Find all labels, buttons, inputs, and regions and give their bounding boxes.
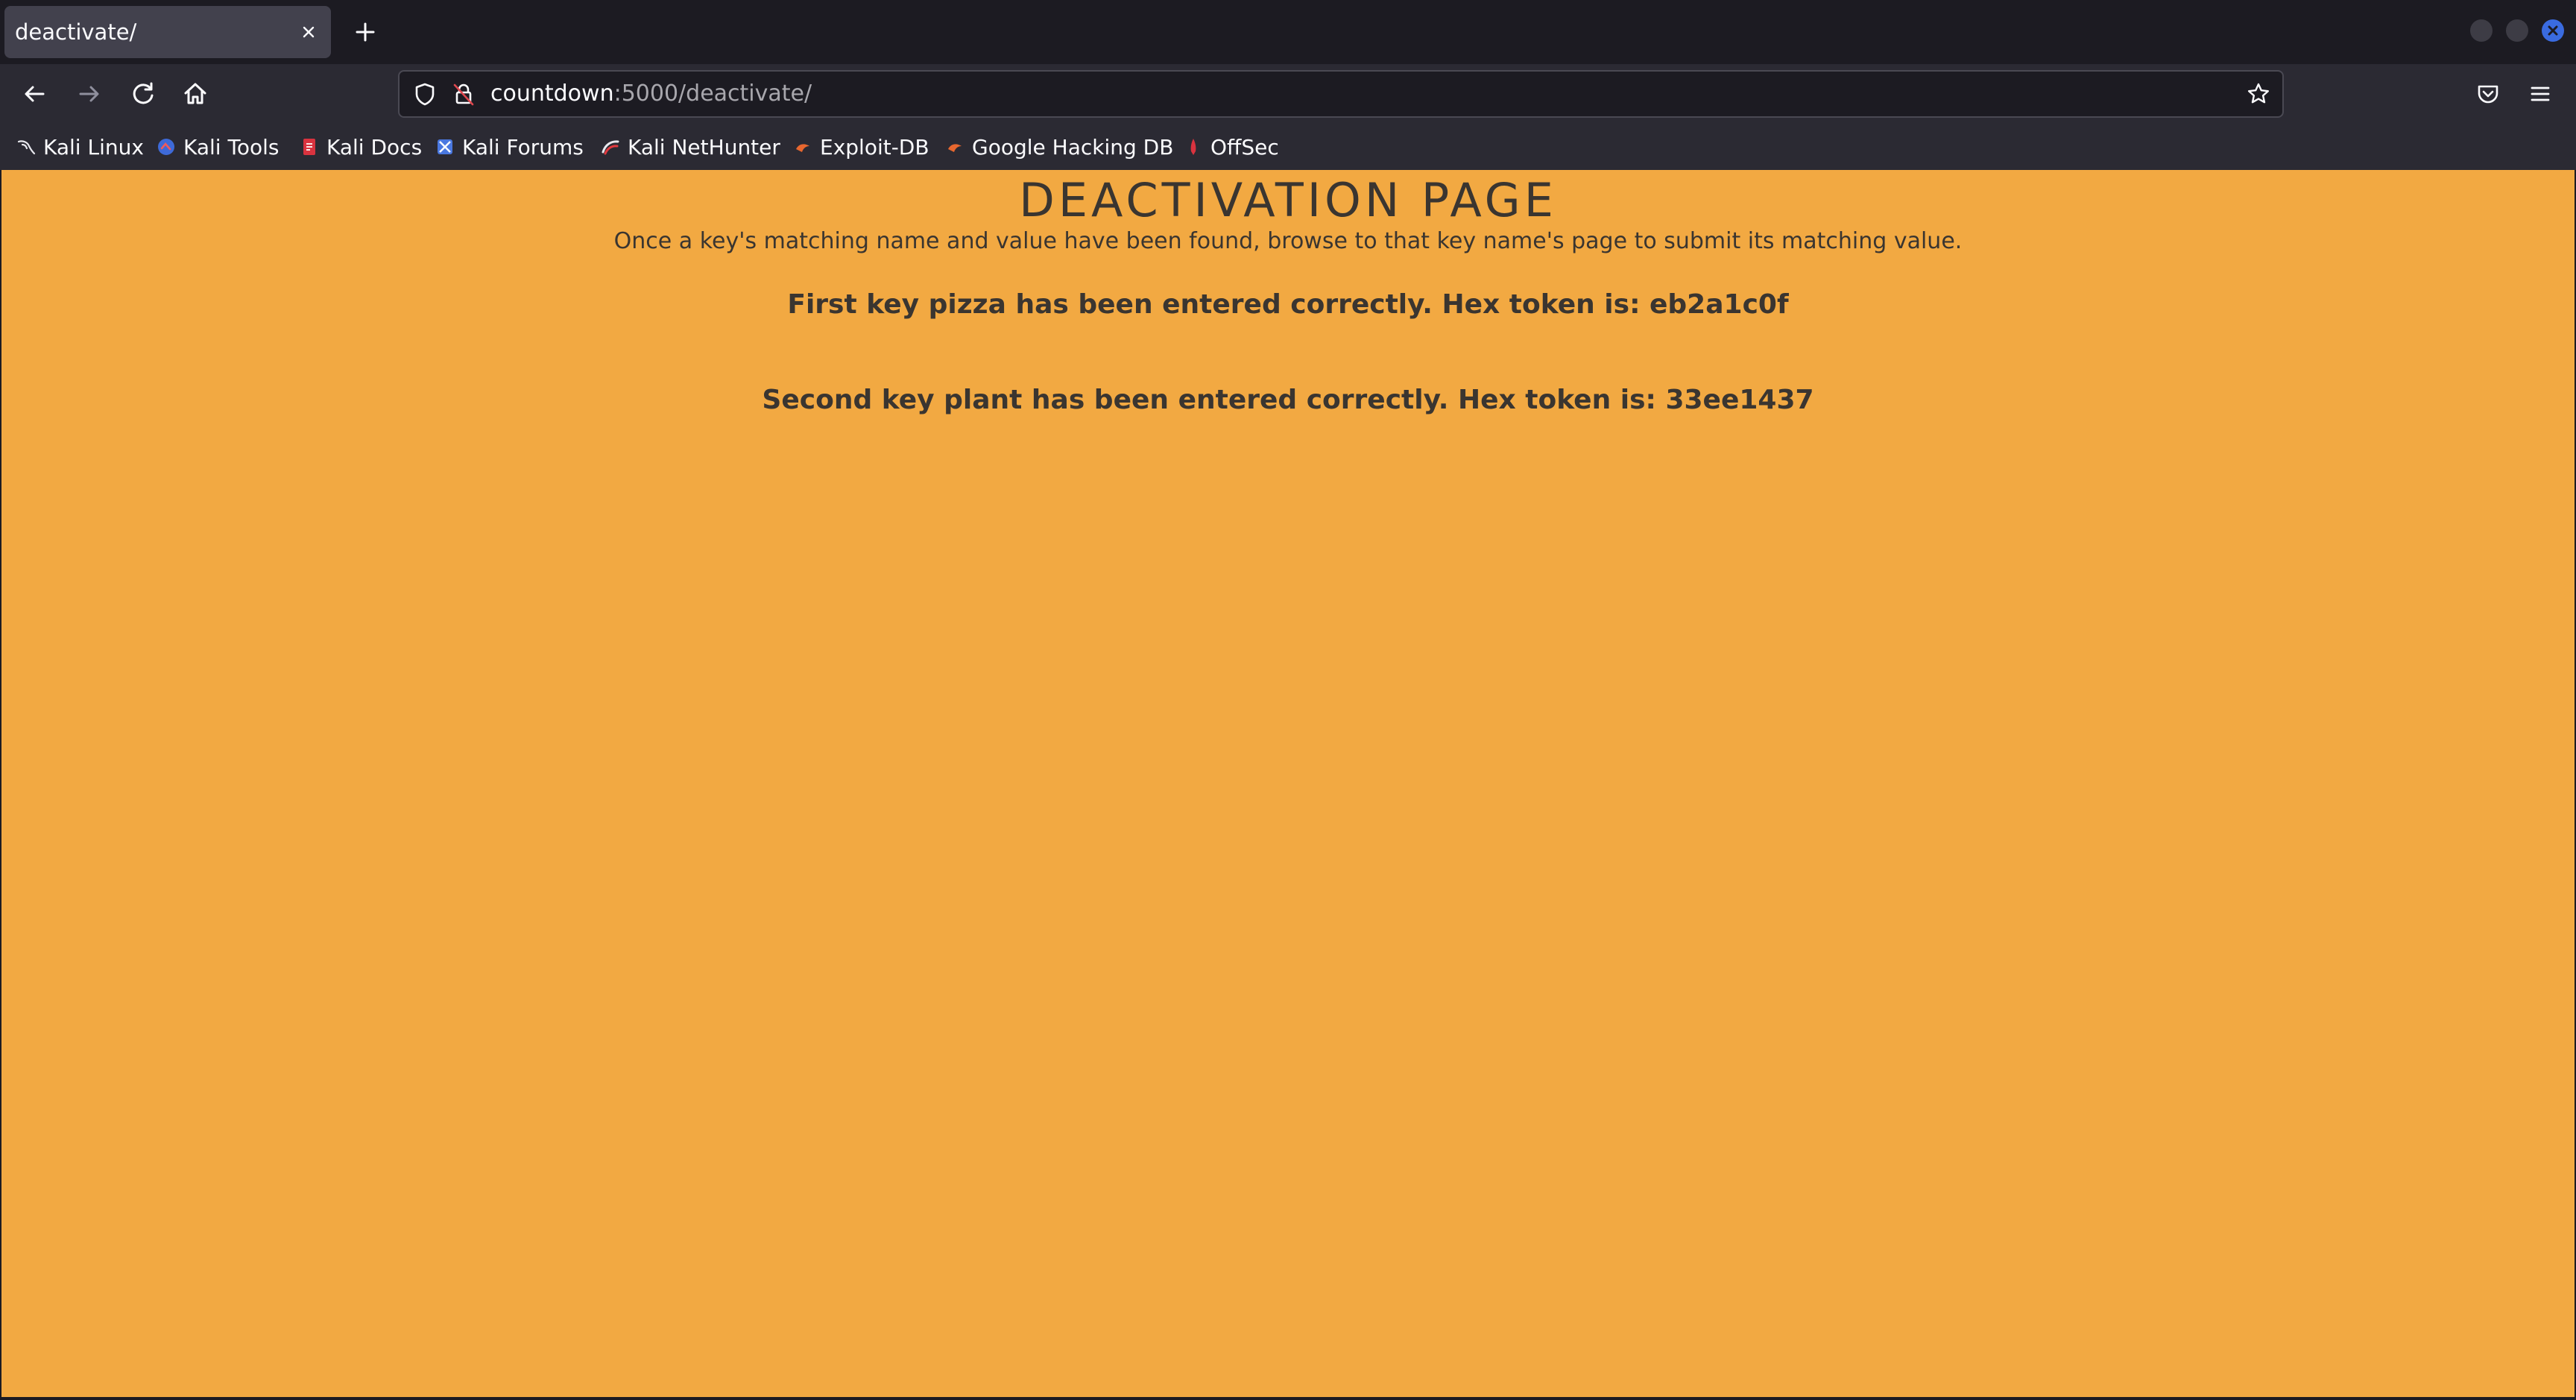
shield-icon[interactable] bbox=[411, 81, 438, 107]
window-maximize-button[interactable] bbox=[2506, 19, 2528, 42]
kali-docs-icon bbox=[303, 139, 315, 155]
page-subtitle: Once a key's matching name and value hav… bbox=[613, 228, 1963, 254]
bookmark-kali-tools[interactable]: Kali Tools bbox=[157, 124, 279, 170]
bookmark-kali-linux[interactable]: Kali Linux bbox=[16, 124, 144, 170]
url-host: countdown bbox=[490, 81, 614, 107]
exploit-db-icon bbox=[796, 144, 809, 152]
bookmark-label: OffSec bbox=[1210, 134, 1279, 160]
kali-dragon-icon bbox=[17, 140, 36, 155]
plus-icon[interactable] bbox=[350, 17, 380, 47]
bookmark-label: Kali NetHunter bbox=[628, 134, 780, 160]
bookmark-label: Kali Linux bbox=[43, 134, 144, 160]
hamburger-menu-icon[interactable] bbox=[2525, 79, 2555, 109]
arrow-right-icon[interactable] bbox=[73, 78, 106, 110]
close-icon[interactable] bbox=[297, 20, 321, 44]
bookmark-kali-nethunter[interactable]: Kali NetHunter bbox=[601, 124, 780, 170]
bookmark-label: Kali Forums bbox=[462, 134, 584, 160]
browser-window: deactivate/ countdown:5000/deactivate/ K… bbox=[0, 0, 2576, 1400]
nethunter-icon bbox=[602, 140, 619, 155]
pocket-icon[interactable] bbox=[2473, 79, 2503, 109]
bookmarks-toolbar: Kali Linux Kali Tools Kali Docs Kali For… bbox=[0, 124, 2576, 170]
close-icon bbox=[2548, 25, 2558, 36]
second-key-message: Second key plant has been entered correc… bbox=[762, 385, 1814, 415]
bookmark-google-hacking-db[interactable]: Google Hacking DB bbox=[945, 124, 1173, 170]
url-text[interactable]: countdown:5000/deactivate/ bbox=[490, 72, 812, 116]
navigation-bar: countdown:5000/deactivate/ bbox=[0, 64, 2576, 124]
insecure-lock-icon[interactable] bbox=[450, 81, 477, 107]
star-icon[interactable] bbox=[2245, 81, 2272, 107]
bookmark-label: Kali Tools bbox=[183, 134, 280, 160]
bookmark-label: Exploit-DB bbox=[820, 134, 929, 160]
kali-forums-icon bbox=[438, 139, 452, 154]
window-bottom-border bbox=[0, 1397, 2576, 1400]
kali-tools-icon bbox=[158, 139, 174, 155]
offsec-icon bbox=[1190, 139, 1196, 155]
page-content: DEACTIVATION PAGE Once a key's matching … bbox=[1, 170, 2575, 1397]
ghdb-icon bbox=[948, 144, 962, 152]
first-key-message: First key pizza has been entered correct… bbox=[787, 289, 1789, 320]
reload-icon[interactable] bbox=[127, 78, 160, 110]
bookmark-kali-forums[interactable]: Kali Forums bbox=[435, 124, 584, 170]
bookmark-offsec[interactable]: OffSec bbox=[1184, 124, 1279, 170]
bookmark-kali-docs[interactable]: Kali Docs bbox=[300, 124, 422, 170]
url-path: :5000/deactivate/ bbox=[613, 81, 812, 107]
tab-title: deactivate/ bbox=[15, 19, 137, 45]
window-minimize-button[interactable] bbox=[2470, 19, 2493, 42]
bookmark-label: Kali Docs bbox=[326, 134, 423, 160]
window-close-button[interactable] bbox=[2542, 19, 2564, 42]
bookmark-label: Google Hacking DB bbox=[972, 134, 1174, 160]
home-icon[interactable] bbox=[179, 78, 212, 110]
url-bar[interactable]: countdown:5000/deactivate/ bbox=[398, 70, 2284, 118]
tab-deactivate[interactable]: deactivate/ bbox=[4, 6, 331, 58]
tab-strip: deactivate/ bbox=[0, 0, 2576, 64]
bookmark-exploit-db[interactable]: Exploit-DB bbox=[793, 124, 929, 170]
page-title: DEACTIVATION PAGE bbox=[1019, 173, 1557, 227]
arrow-left-icon[interactable] bbox=[18, 78, 51, 110]
